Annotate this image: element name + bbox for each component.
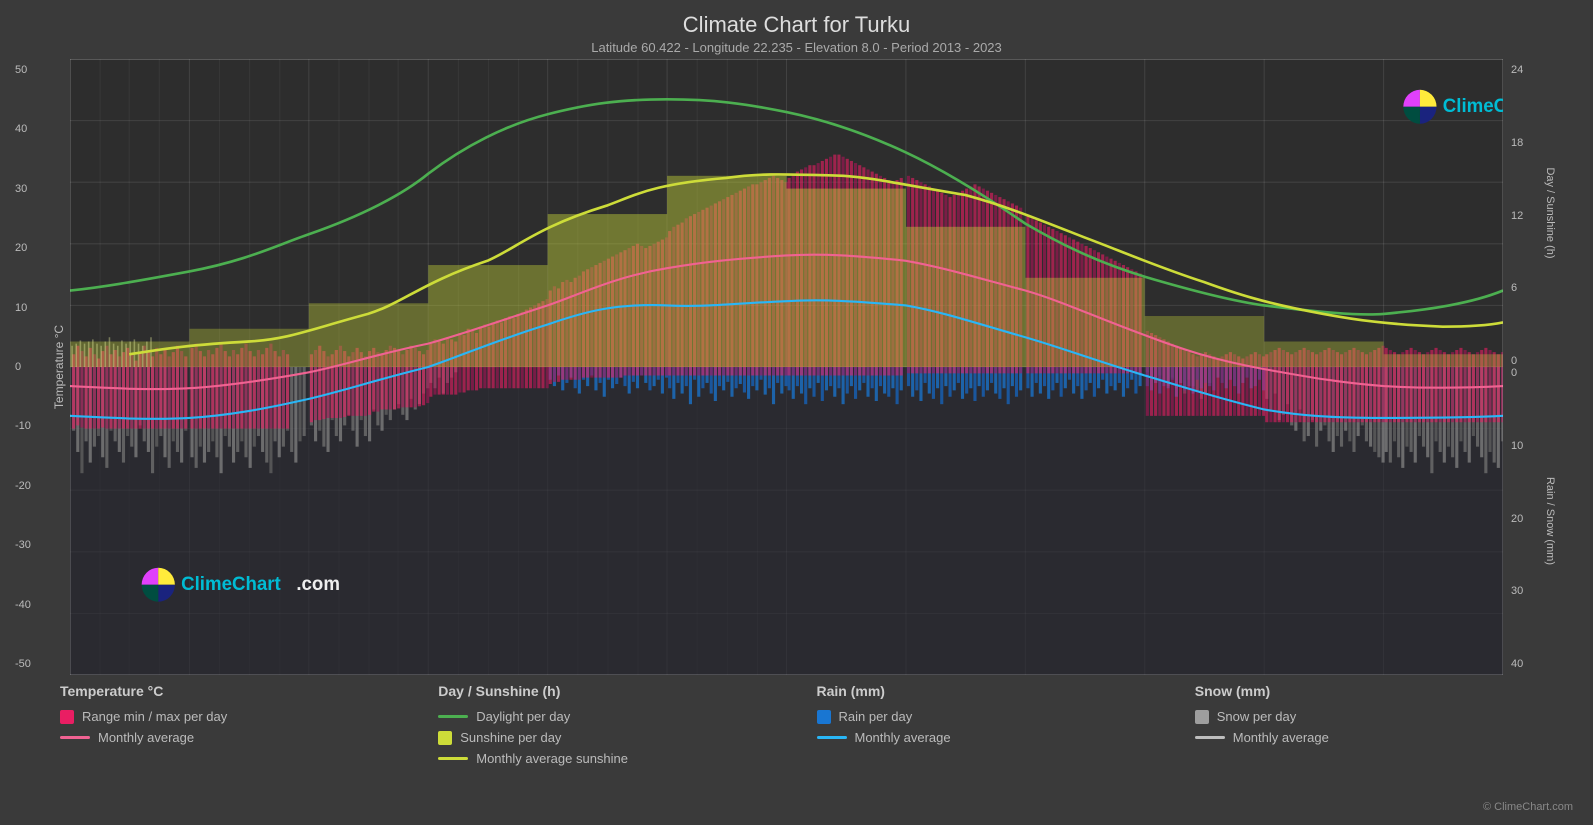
right-tick-40: 40 (1511, 658, 1578, 670)
right-tick-6: 6 (1511, 282, 1578, 294)
left-axis: Temperature °C 50 40 30 20 10 0 -10 -20 … (15, 59, 70, 675)
main-container: Climate Chart for Turku Latitude 60.422 … (0, 0, 1593, 825)
svg-text:ClimeChart: ClimeChart (181, 574, 281, 595)
legend-temp-range: Range min / max per day (60, 709, 438, 724)
legend-temp-avg: Monthly average (60, 730, 438, 745)
legend-temperature: Temperature °C Range min / max per day M… (60, 683, 438, 817)
right-axis-top: Day / Sunshine (h) 24 18 12 6 0 (1503, 59, 1578, 367)
right-axis-bottom: Rain / Snow (mm) 0 10 20 30 40 (1503, 367, 1578, 675)
legend-rain-title: Rain (mm) (817, 683, 1195, 699)
left-tick-50: 50 (15, 64, 65, 76)
legend-rain-bars: Rain per day (817, 709, 1195, 724)
title-section: Climate Chart for Turku Latitude 60.422 … (0, 0, 1593, 59)
left-tick-20: 20 (15, 242, 65, 254)
legend-snow-label: Snow per day (1217, 709, 1297, 724)
svg-text:ClimeChart: ClimeChart (1443, 96, 1503, 117)
legend-daylight-label: Daylight per day (476, 709, 570, 724)
legend-temp-avg-label: Monthly average (98, 730, 194, 745)
left-tick-30: 30 (15, 183, 65, 195)
chart-subtitle: Latitude 60.422 - Longitude 22.235 - Ele… (0, 40, 1593, 55)
legend-rain-avg-label: Monthly average (855, 730, 951, 745)
legend-snow-bars: Snow per day (1195, 709, 1573, 724)
left-tick-n10: -10 (15, 420, 65, 432)
right-axis-bottom-label: Rain / Snow (mm) (1544, 471, 1556, 571)
legend-snow: Snow (mm) Snow per day Monthly average (1195, 683, 1573, 817)
legend-sunshine-label: Sunshine per day (460, 730, 561, 745)
legend-snow-title: Snow (mm) (1195, 683, 1573, 699)
right-axis-top-label: Day / Sunshine (h) (1544, 163, 1556, 263)
legend-sunshine-avg-line (438, 757, 468, 760)
left-tick-n50: -50 (15, 658, 65, 670)
chart-svg: ClimeChart . com ClimeChart .com Jan Feb… (70, 59, 1503, 675)
chart-title: Climate Chart for Turku (0, 12, 1593, 38)
chart-plot-wrapper: ClimeChart . com ClimeChart .com Jan Feb… (70, 59, 1503, 675)
legend-snow-box (1195, 710, 1209, 724)
right-tick-0-bottom: 0 (1511, 367, 1578, 379)
legend-sunshine-box (438, 731, 452, 745)
legend-snow-avg: Monthly average (1195, 730, 1573, 745)
legend-sunshine-title: Day / Sunshine (h) (438, 683, 816, 699)
legend-temp-range-label: Range min / max per day (82, 709, 227, 724)
legend-rain-label: Rain per day (839, 709, 913, 724)
legend-rain: Rain (mm) Rain per day Monthly average (817, 683, 1195, 817)
legend-sunshine-avg: Monthly average sunshine (438, 751, 816, 766)
legend-temp-title: Temperature °C (60, 683, 438, 699)
legend-temp-avg-line (60, 736, 90, 739)
copyright: © ClimeChart.com (1483, 801, 1573, 813)
right-tick-24: 24 (1511, 64, 1578, 76)
legend-area: Temperature °C Range min / max per day M… (0, 675, 1593, 825)
left-tick-10: 10 (15, 302, 65, 314)
right-tick-10: 10 (1511, 440, 1578, 452)
legend-temp-range-box (60, 710, 74, 724)
left-axis-label: Temperature °C (52, 325, 66, 409)
left-tick-n20: -20 (15, 480, 65, 492)
legend-snow-avg-line (1195, 736, 1225, 739)
legend-rain-avg-line (817, 736, 847, 739)
right-axis: Day / Sunshine (h) 24 18 12 6 0 Rain / S… (1503, 59, 1578, 675)
legend-sunshine-bars: Sunshine per day (438, 730, 816, 745)
legend-sunshine-avg-label: Monthly average sunshine (476, 751, 628, 766)
legend-sunshine: Day / Sunshine (h) Daylight per day Suns… (438, 683, 816, 817)
right-tick-18: 18 (1511, 137, 1578, 149)
legend-daylight-line (438, 715, 468, 718)
left-tick-40: 40 (15, 123, 65, 135)
left-tick-n40: -40 (15, 599, 65, 611)
right-tick-0-top: 0 (1511, 355, 1578, 367)
legend-snow-avg-label: Monthly average (1233, 730, 1329, 745)
right-tick-30: 30 (1511, 585, 1578, 597)
svg-text:.com: .com (296, 574, 340, 595)
left-tick-n30: -30 (15, 539, 65, 551)
legend-daylight: Daylight per day (438, 709, 816, 724)
legend-rain-avg: Monthly average (817, 730, 1195, 745)
legend-rain-box (817, 710, 831, 724)
